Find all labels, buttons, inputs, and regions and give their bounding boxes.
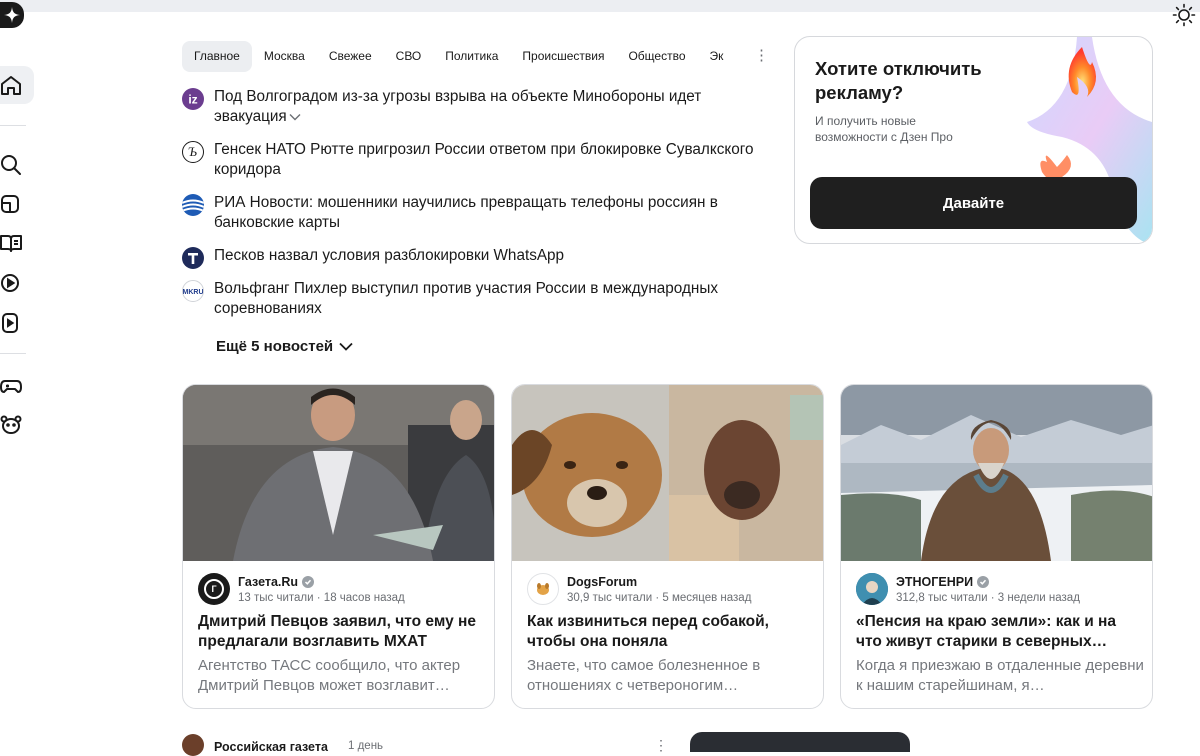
article-card[interactable]: ЭТНОГЕНРИ 312,8 тыс читали · 3 недели на… bbox=[840, 384, 1153, 709]
etnogenry-avatar bbox=[856, 573, 888, 605]
chevron-down-icon bbox=[339, 342, 353, 351]
news-item-text: Под Волгоградом из-за угрозы взрыва на о… bbox=[214, 88, 702, 126]
card-readers: 312,8 тыс читали bbox=[896, 591, 988, 604]
ria-icon bbox=[182, 194, 204, 217]
article-card[interactable]: DogsForum 30,9 тыс читали · 5 месяцев на… bbox=[511, 384, 824, 709]
promo-subtitle: И получить новые возможности с Дзен Про bbox=[815, 114, 953, 144]
subscriptions-icon[interactable] bbox=[0, 193, 22, 215]
promo-accept-button[interactable]: Давайте bbox=[810, 177, 1137, 229]
feed-time: 1 день bbox=[348, 740, 384, 752]
tab-politics[interactable]: Политика bbox=[433, 41, 510, 72]
card-title: «Пенсия на краю земли»: как и на что жив… bbox=[856, 613, 1117, 650]
news-item-text: Песков назвал условия разблокировки What… bbox=[214, 247, 565, 265]
kids-bear-icon[interactable] bbox=[0, 414, 22, 436]
card-description: Агентство ТАСС сообщило, что актер Дмитр… bbox=[198, 657, 461, 694]
articles-icon[interactable] bbox=[0, 232, 22, 254]
zen-logo-icon[interactable] bbox=[0, 2, 24, 28]
gazeta-ru-avatar: Г bbox=[198, 573, 230, 605]
tab-fresh[interactable]: Свежее bbox=[317, 41, 384, 72]
more-options-icon[interactable]: ⋮ bbox=[654, 737, 668, 754]
article-card[interactable]: Г Газета.Ru 13 тыс читали · 18 часов наз… bbox=[182, 384, 495, 709]
promo-title: Хотите отключить рекламу? bbox=[815, 58, 982, 103]
news-list: iz Под Волгоградом из-за угрозы взрыва н… bbox=[182, 87, 762, 332]
chevron-down-icon[interactable] bbox=[289, 107, 301, 127]
news-item[interactable]: Ъ Генсек НАТО Рютте пригрозил России отв… bbox=[182, 140, 762, 180]
card-time: 3 недели назад bbox=[997, 591, 1080, 604]
svg-text:MKRU: MKRU bbox=[183, 289, 203, 296]
category-tabs: Главное Москва Свежее СВО Политика Проис… bbox=[182, 41, 772, 72]
rg-avatar bbox=[182, 734, 204, 756]
tab-society[interactable]: Общество bbox=[616, 41, 697, 72]
card-source[interactable]: Г Газета.Ru 13 тыс читали · 18 часов наз… bbox=[198, 573, 405, 605]
card-description: Когда я приезжаю в отдаленные деревни к … bbox=[856, 657, 1144, 694]
kommersant-icon: Ъ bbox=[182, 141, 204, 164]
svg-text:Ъ: Ъ bbox=[188, 144, 197, 159]
card-time: 5 месяцев назад bbox=[662, 591, 752, 604]
sidebar-divider bbox=[0, 353, 26, 354]
card-readers: 13 тыс читали bbox=[238, 591, 314, 604]
tab-svo[interactable]: СВО bbox=[384, 41, 434, 72]
shorts-icon[interactable] bbox=[0, 312, 22, 334]
news-item-text: Генсек НАТО Рютте пригрозил России ответ… bbox=[214, 141, 754, 179]
article-image bbox=[841, 385, 1152, 561]
t-icon bbox=[182, 247, 204, 270]
izvestia-icon: iz bbox=[182, 88, 204, 110]
card-readers: 30,9 тыс читали bbox=[567, 591, 653, 604]
tab-moscow[interactable]: Москва bbox=[252, 41, 317, 72]
top-bar bbox=[0, 0, 1200, 12]
tab-main[interactable]: Главное bbox=[182, 41, 252, 72]
dogsforum-avatar bbox=[527, 573, 559, 605]
card-description: Знаете, что самое болезненное в отношени… bbox=[527, 657, 761, 694]
home-icon bbox=[1, 76, 21, 95]
search-icon[interactable] bbox=[0, 154, 22, 176]
verified-icon bbox=[302, 575, 315, 588]
tab-economy[interactable]: Эк bbox=[698, 41, 736, 72]
theme-toggle-sun-icon[interactable] bbox=[1172, 3, 1196, 27]
feed-thumbnail-image[interactable] bbox=[690, 732, 910, 752]
card-title: Как извиниться перед собакой, чтобы она … bbox=[527, 613, 769, 650]
games-icon[interactable] bbox=[0, 375, 22, 397]
card-source-name: Газета.Ru bbox=[238, 574, 299, 589]
article-image bbox=[512, 385, 823, 561]
news-item[interactable]: MKRU Вольфганг Пихлер выступил против уч… bbox=[182, 279, 762, 319]
svg-text:iz: iz bbox=[188, 93, 197, 107]
tab-incidents[interactable]: Происшествия bbox=[510, 41, 616, 72]
card-time: 18 часов назад bbox=[323, 591, 405, 604]
mkru-icon: MKRU bbox=[182, 280, 204, 303]
news-item-text: РИА Новости: мошенники научились превращ… bbox=[214, 194, 718, 232]
card-title: Дмитрий Певцов заявил, что ему не предла… bbox=[198, 613, 477, 650]
article-image bbox=[183, 385, 494, 561]
verified-icon bbox=[977, 575, 990, 588]
news-item-text: Вольфганг Пихлер выступил против участия… bbox=[214, 280, 718, 318]
card-source-name: DogsForum bbox=[567, 574, 638, 589]
promo-banner: Хотите отключить рекламу? И получить нов… bbox=[794, 36, 1153, 244]
video-icon[interactable] bbox=[0, 272, 22, 294]
card-source[interactable]: ЭТНОГЕНРИ 312,8 тыс читали · 3 недели на… bbox=[856, 573, 1080, 605]
news-item[interactable]: Песков назвал условия разблокировки What… bbox=[182, 246, 762, 270]
card-source[interactable]: DogsForum 30,9 тыс читали · 5 месяцев на… bbox=[527, 573, 751, 605]
sidebar-divider bbox=[0, 125, 26, 126]
news-item[interactable]: РИА Новости: мошенники научились превращ… bbox=[182, 193, 762, 233]
feed-source-name: Российская газета bbox=[214, 740, 328, 754]
next-feed-item[interactable]: Российская газета 1 день ⋮ bbox=[182, 734, 682, 756]
more-news-label: Ещё 5 новостей bbox=[216, 338, 334, 355]
sidebar-item-home[interactable] bbox=[0, 66, 34, 104]
tabs-more-icon[interactable]: ⋮ bbox=[754, 46, 769, 66]
news-item[interactable]: iz Под Волгоградом из-за угрозы взрыва н… bbox=[182, 87, 762, 127]
card-source-name: ЭТНОГЕНРИ bbox=[896, 574, 974, 589]
more-news-button[interactable]: Ещё 5 новостей bbox=[216, 338, 353, 355]
